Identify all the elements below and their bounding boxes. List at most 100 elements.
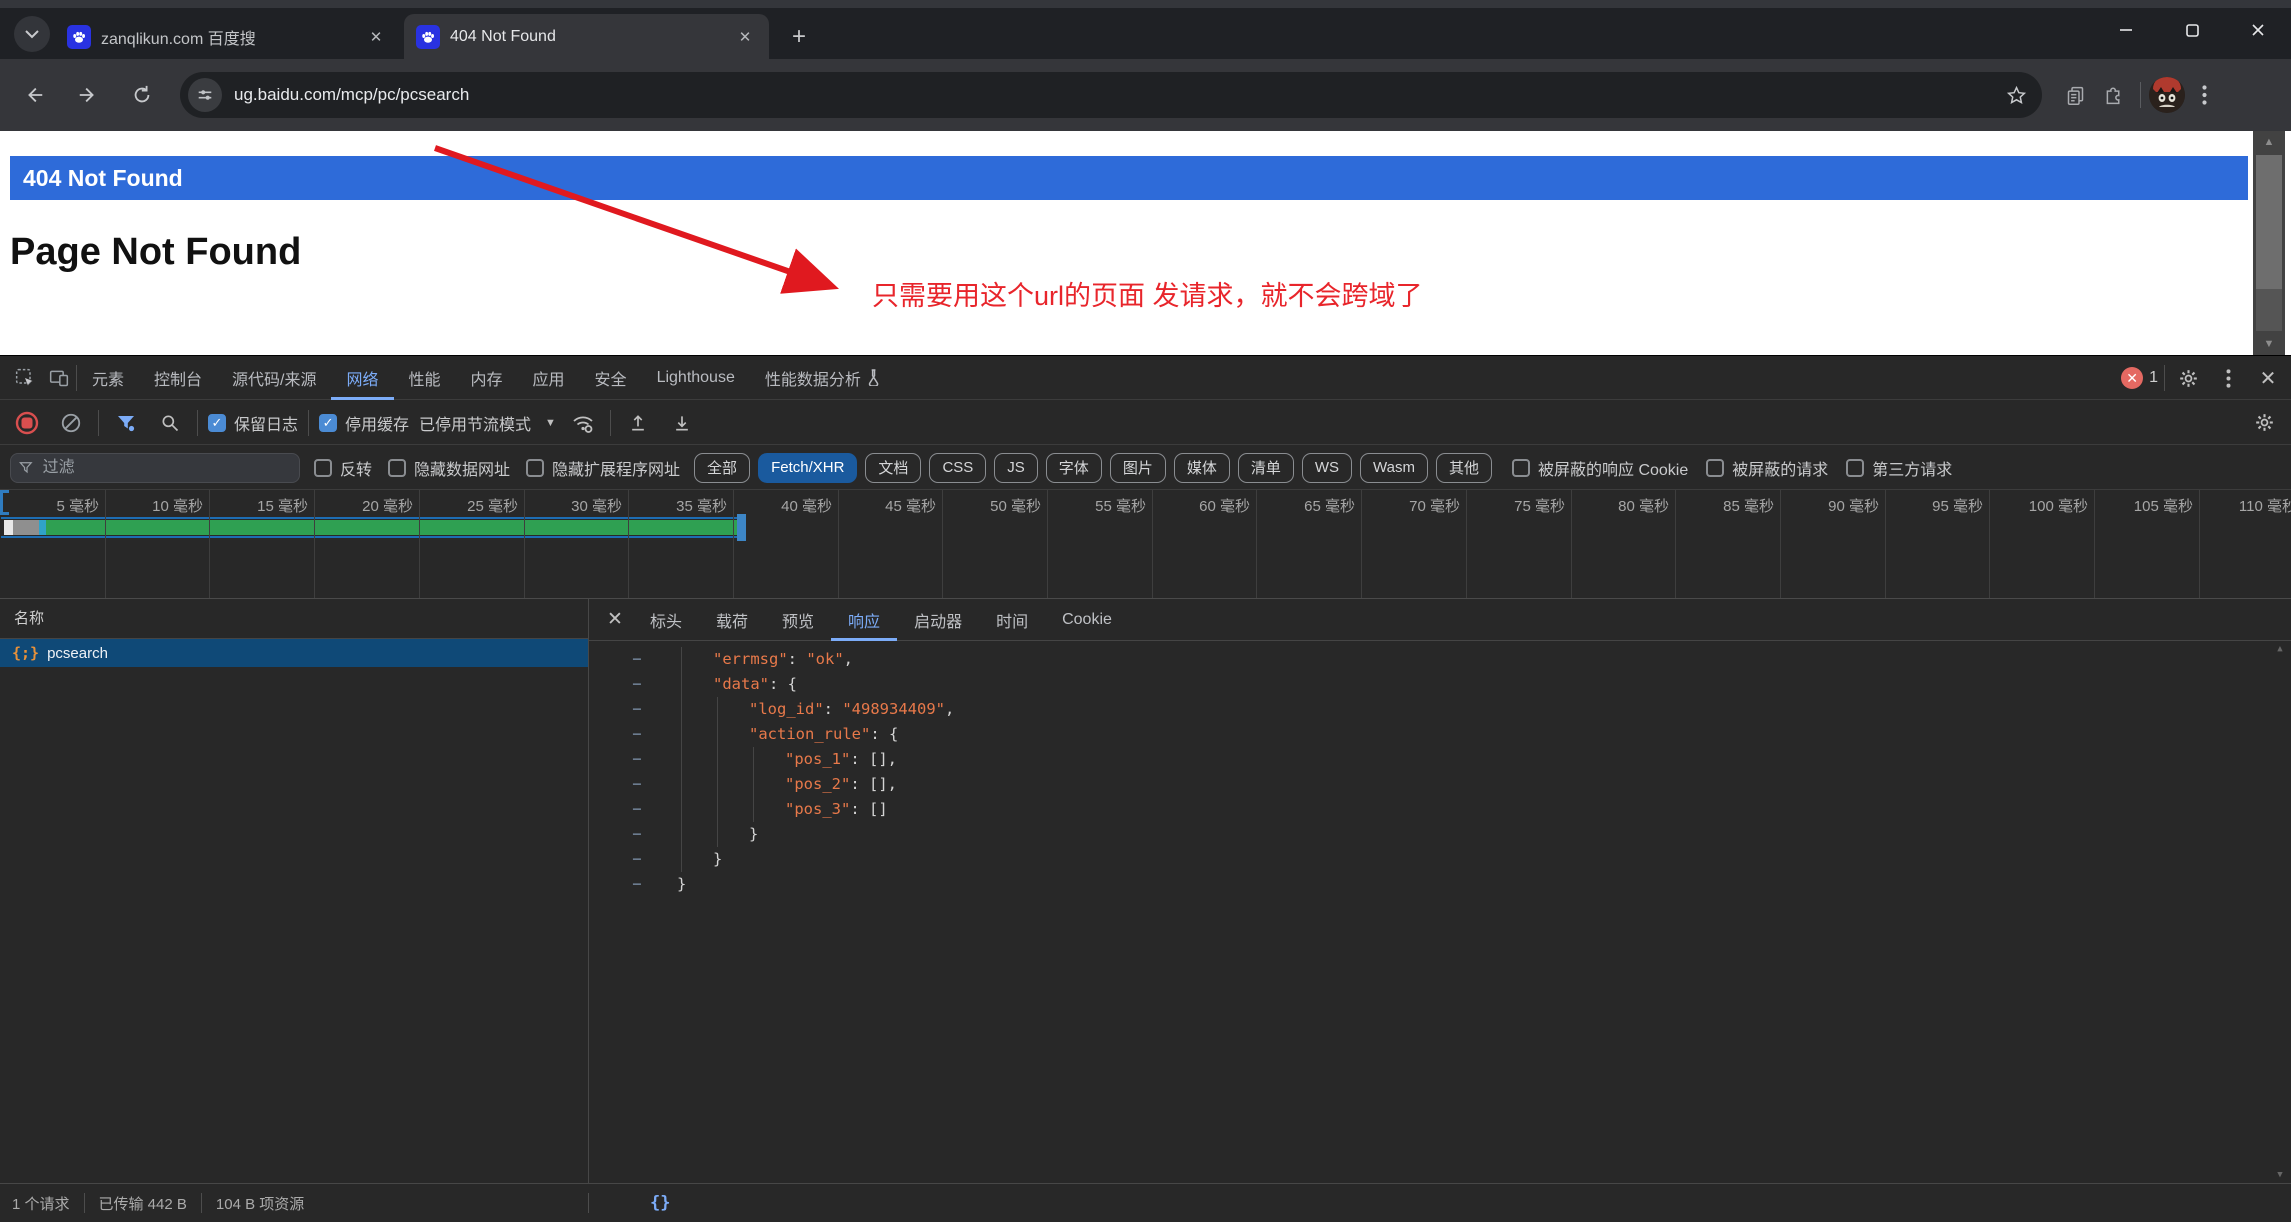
filter-checkbox-left-1[interactable]: 隐藏数据网址 [388, 456, 510, 480]
selection-left-handle[interactable] [0, 490, 9, 515]
filter-chip-3[interactable]: CSS [929, 453, 986, 483]
browser-tab-inactive[interactable]: zanqlikun.com 百度搜 ✕ [55, 14, 400, 59]
browser-tab-active[interactable]: 404 Not Found ✕ [404, 14, 769, 59]
reading-list-icon[interactable] [2056, 76, 2094, 114]
devtools-tab-2[interactable]: 源代码/来源 [217, 356, 331, 400]
url-text[interactable]: ug.baidu.com/mcp/pc/pcsearch [234, 85, 1998, 105]
response-scrollbar[interactable]: ▲ ▼ [2272, 641, 2288, 1183]
back-button[interactable] [14, 75, 54, 115]
throttling-dropdown[interactable]: 已停用节流模式 ▼ [419, 411, 556, 435]
detail-tab-6[interactable]: Cookie [1045, 599, 1129, 641]
devtools-menu-kebab-icon[interactable] [2211, 361, 2245, 395]
inspect-element-icon[interactable] [8, 361, 42, 395]
filter-checkbox-left-0[interactable]: 反转 [314, 456, 372, 480]
filter-chip-7[interactable]: 媒体 [1174, 453, 1230, 483]
devtools-tab-4[interactable]: 性能 [394, 356, 456, 400]
fold-marker-icon[interactable]: − [625, 697, 649, 722]
detail-tab-0[interactable]: 标头 [633, 599, 699, 641]
browser-menu-kebab-icon[interactable] [2185, 76, 2223, 114]
overview-selection[interactable] [1, 517, 746, 538]
tab-search-button[interactable] [14, 16, 50, 52]
filter-chip-0[interactable]: 全部 [694, 453, 750, 483]
filter-chip-1[interactable]: Fetch/XHR [758, 453, 857, 483]
window-maximize-button[interactable] [2159, 8, 2225, 52]
filter-checkbox-left-2[interactable]: 隐藏扩展程序网址 [526, 456, 680, 480]
fold-marker-icon[interactable]: − [625, 822, 649, 847]
selection-right-handle[interactable] [737, 514, 746, 541]
scrollbar-track[interactable] [2256, 155, 2282, 331]
export-har-icon[interactable] [665, 406, 699, 440]
devtools-settings-gear-icon[interactable] [2171, 361, 2205, 395]
devtools-tab-9[interactable]: 性能数据分析 [750, 356, 897, 400]
devtools-tab-8[interactable]: Lighthouse [642, 356, 750, 400]
tab-close-icon[interactable]: ✕ [733, 25, 757, 49]
new-tab-button[interactable]: + [782, 20, 816, 54]
fold-marker-icon[interactable]: − [625, 847, 649, 872]
detail-tab-1[interactable]: 载荷 [699, 599, 765, 641]
address-bar[interactable]: ug.baidu.com/mcp/pc/pcsearch [180, 72, 2042, 118]
scroll-down-icon[interactable]: ▼ [2272, 1167, 2288, 1183]
filter-input-wrap[interactable] [10, 453, 300, 483]
record-network-log-icon[interactable] [10, 406, 44, 440]
scroll-up-icon[interactable]: ▲ [2272, 641, 2288, 657]
filter-checkbox-right-1[interactable]: 被屏蔽的请求 [1706, 456, 1828, 480]
devtools-close-icon[interactable]: ✕ [2251, 361, 2285, 395]
forward-button[interactable] [68, 75, 108, 115]
detail-tab-3[interactable]: 响应 [831, 599, 897, 641]
detail-close-icon[interactable]: ✕ [597, 602, 633, 638]
scroll-up-icon[interactable]: ▲ [2253, 131, 2285, 153]
format-response-button[interactable]: {} [650, 1193, 670, 1213]
site-info-icon[interactable] [188, 78, 222, 112]
filter-chip-10[interactable]: Wasm [1360, 453, 1428, 483]
fold-marker-icon[interactable]: − [625, 797, 649, 822]
filter-chip-11[interactable]: 其他 [1436, 453, 1492, 483]
filter-chip-8[interactable]: 清单 [1238, 453, 1294, 483]
filter-chip-5[interactable]: 字体 [1046, 453, 1102, 483]
scrollbar-thumb[interactable] [2256, 155, 2282, 289]
fold-marker-icon[interactable]: − [625, 722, 649, 747]
fold-marker-icon[interactable]: − [625, 747, 649, 772]
devtools-tab-3[interactable]: 网络 [331, 356, 393, 400]
devtools-tab-6[interactable]: 应用 [518, 356, 580, 400]
detail-tab-4[interactable]: 启动器 [897, 599, 979, 641]
scroll-down-icon[interactable]: ▼ [2253, 333, 2285, 355]
filter-funnel-icon[interactable] [109, 406, 143, 440]
filter-chip-6[interactable]: 图片 [1110, 453, 1166, 483]
devtools-tab-0[interactable]: 元素 [77, 356, 139, 400]
requests-name-column-header[interactable]: 名称 [0, 599, 588, 639]
devtools-tab-7[interactable]: 安全 [580, 356, 642, 400]
filter-chip-4[interactable]: JS [994, 453, 1038, 483]
filter-input[interactable] [41, 458, 291, 478]
filter-chip-9[interactable]: WS [1302, 453, 1352, 483]
response-body-viewer[interactable]: −"errmsg": "ok",−"data": {−"log_id": "49… [589, 641, 2291, 1183]
reload-button[interactable] [122, 75, 162, 115]
network-settings-gear-icon[interactable] [2247, 406, 2281, 440]
filter-checkbox-right-0[interactable]: 被屏蔽的响应 Cookie [1512, 456, 1688, 480]
preserve-log-checkbox[interactable]: ✓ 保留日志 [208, 411, 298, 435]
clear-network-log-icon[interactable] [54, 406, 88, 440]
device-toolbar-icon[interactable] [42, 361, 76, 395]
bookmark-star-icon[interactable] [1998, 77, 2034, 113]
filter-checkbox-right-2[interactable]: 第三方请求 [1846, 456, 1952, 480]
search-icon[interactable] [153, 406, 187, 440]
network-overview-timeline[interactable]: 5 毫秒10 毫秒15 毫秒20 毫秒25 毫秒30 毫秒35 毫秒40 毫秒4… [0, 490, 2291, 599]
page-scrollbar[interactable]: ▲ ▼ [2253, 131, 2285, 355]
tab-close-icon[interactable]: ✕ [364, 25, 388, 49]
import-har-icon[interactable] [621, 406, 655, 440]
filter-chip-2[interactable]: 文档 [865, 453, 921, 483]
network-conditions-icon[interactable] [566, 406, 600, 440]
window-minimize-button[interactable] [2093, 8, 2159, 52]
disable-cache-checkbox[interactable]: ✓ 停用缓存 [319, 411, 409, 435]
fold-marker-icon[interactable]: − [625, 647, 649, 672]
request-row-pcsearch[interactable]: {;} pcsearch [0, 639, 588, 667]
profile-avatar[interactable] [2149, 77, 2185, 113]
fold-marker-icon[interactable]: − [625, 872, 649, 897]
fold-marker-icon[interactable]: − [625, 772, 649, 797]
extensions-puzzle-icon[interactable] [2094, 76, 2132, 114]
detail-tab-5[interactable]: 时间 [979, 599, 1045, 641]
devtools-tab-5[interactable]: 内存 [456, 356, 518, 400]
window-close-button[interactable] [2225, 8, 2291, 52]
console-error-badge[interactable]: ✕ 1 [2121, 367, 2158, 389]
devtools-tab-1[interactable]: 控制台 [139, 356, 217, 400]
detail-tab-2[interactable]: 预览 [765, 599, 831, 641]
